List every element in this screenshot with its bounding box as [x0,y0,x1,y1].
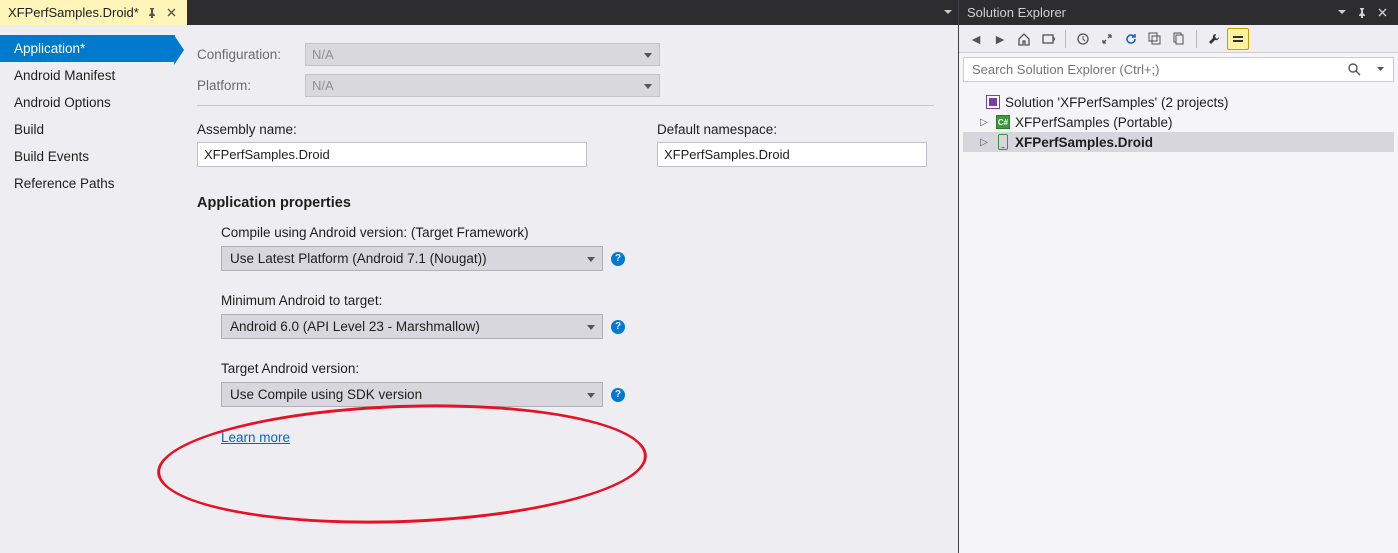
help-icon[interactable]: ? [611,388,625,402]
csharp-project-icon: C# [995,114,1011,130]
nav-back-icon[interactable]: ◄ [965,28,987,50]
close-icon[interactable] [1374,5,1390,21]
tree-item-label: XFPerfSamples.Droid [1015,135,1153,150]
search-dropdown-icon[interactable] [1367,67,1393,72]
show-all-files-icon[interactable] [1168,28,1190,50]
minimum-android-select[interactable]: Android 6.0 (API Level 23 - Marshmallow) [221,314,603,339]
project-properties-sidebar: Application* Android Manifest Android Op… [0,25,175,553]
default-namespace-label: Default namespace: [657,122,927,137]
application-properties-heading: Application properties [197,195,934,211]
pin-icon[interactable] [145,6,159,20]
solution-explorer-title: Solution Explorer [967,5,1066,20]
sidebar-item-android-options[interactable]: Android Options [0,89,175,116]
properties-icon[interactable] [1227,28,1249,50]
compile-version-select[interactable]: Use Latest Platform (Android 7.1 (Nougat… [221,246,603,271]
search-icon[interactable] [1341,63,1367,76]
document-tab-strip: XFPerfSamples.Droid* [0,0,958,25]
sidebar-item-build-events[interactable]: Build Events [0,143,175,170]
pin-icon[interactable] [1354,5,1370,21]
refresh-icon[interactable] [1120,28,1142,50]
compile-version-label: Compile using Android version: (Target F… [221,225,934,240]
target-android-label: Target Android version: [221,361,934,376]
default-namespace-input[interactable] [657,142,927,167]
nav-forward-icon[interactable]: ► [989,28,1011,50]
sidebar-item-application[interactable]: Application* [0,35,175,62]
close-icon[interactable] [165,6,179,20]
solution-root[interactable]: Solution 'XFPerfSamples' (2 projects) [963,92,1394,112]
minimum-android-label: Minimum Android to target: [221,293,934,308]
document-tab-title: XFPerfSamples.Droid* [8,5,139,20]
expander-icon[interactable]: ▷ [977,117,991,128]
sidebar-item-reference-paths[interactable]: Reference Paths [0,170,175,197]
solution-explorer-panel: Solution Explorer ◄ ► [958,0,1398,553]
learn-more-link[interactable]: Learn more [221,430,290,445]
solution-root-label: Solution 'XFPerfSamples' (2 projects) [1005,95,1229,110]
annotation-ellipse [155,396,649,531]
panel-menu-icon[interactable] [1334,5,1350,21]
tree-item-label: XFPerfSamples (Portable) [1015,115,1173,130]
target-android-select[interactable]: Use Compile using SDK version [221,382,603,407]
configuration-label: Configuration: [197,47,305,62]
solution-explorer-search[interactable] [963,57,1394,82]
scope-icon[interactable] [1037,28,1059,50]
help-icon[interactable]: ? [611,320,625,334]
configuration-select: N/A [305,43,660,66]
android-project-icon [995,134,1011,150]
application-properties-form: Configuration: N/A Platform: N/A Assembl… [175,25,958,553]
history-icon[interactable] [1072,28,1094,50]
help-icon[interactable]: ? [611,252,625,266]
platform-select: N/A [305,74,660,97]
home-icon[interactable] [1013,28,1035,50]
platform-label: Platform: [197,78,305,93]
sync-icon[interactable] [1096,28,1118,50]
solution-search-input[interactable] [964,58,1341,81]
sidebar-item-build[interactable]: Build [0,116,175,143]
solution-tree: Solution 'XFPerfSamples' (2 projects) ▷ … [959,86,1398,158]
collapse-all-icon[interactable] [1144,28,1166,50]
sidebar-item-manifest[interactable]: Android Manifest [0,62,175,89]
divider [197,105,934,106]
wrench-icon[interactable] [1203,28,1225,50]
expander-icon[interactable]: ▷ [977,137,991,148]
tree-item-portable[interactable]: ▷ C# XFPerfSamples (Portable) [963,112,1394,132]
solution-explorer-toolbar: ◄ ► [959,25,1398,53]
tree-item-droid[interactable]: ▷ XFPerfSamples.Droid [963,132,1394,152]
document-tab[interactable]: XFPerfSamples.Droid* [0,0,187,25]
assembly-name-input[interactable] [197,142,587,167]
assembly-name-label: Assembly name: [197,122,587,137]
solution-icon [985,94,1001,110]
tab-overflow-icon[interactable] [938,0,958,25]
